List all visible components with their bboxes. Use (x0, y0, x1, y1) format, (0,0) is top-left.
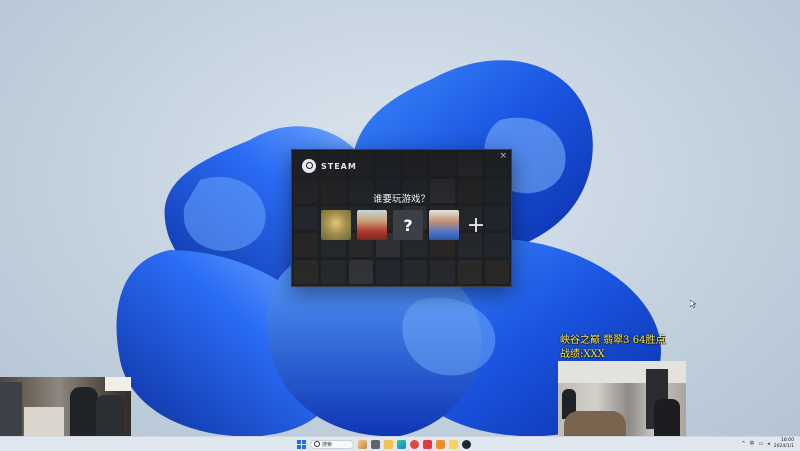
music-icon[interactable] (423, 439, 432, 449)
rank-info-line: 峡谷之巅 翡翠3 64胜点 (560, 335, 666, 346)
volume-icon[interactable]: ◂ (767, 441, 770, 447)
taskbar-apps: 搜索 (297, 438, 471, 450)
steam-logo-icon (302, 159, 316, 173)
mouse-cursor-icon (690, 300, 696, 308)
app-red-icon[interactable] (410, 439, 419, 449)
task-view-icon[interactable] (371, 439, 380, 449)
add-account-button[interactable]: + (465, 210, 487, 240)
start-button[interactable] (297, 439, 306, 449)
record-line: 战绩:XXX (560, 349, 605, 360)
edge-icon[interactable] (397, 439, 406, 449)
search-icon (314, 441, 320, 447)
account-avatar-4[interactable] (429, 210, 459, 240)
system-tray: ^ 中 ▭ ◂ 18:00 2024/1/1 (741, 438, 794, 449)
question-mark-icon: ? (403, 215, 413, 235)
webcam-feed-right (558, 361, 686, 437)
search-placeholder: 搜索 (322, 441, 333, 448)
account-avatar-1[interactable] (321, 210, 351, 240)
stream-overlay-text: 峡谷之巅 翡翠3 64胜点 战绩:XXX (560, 334, 665, 362)
steam-icon[interactable] (462, 439, 471, 449)
taskbar-search-input[interactable]: 搜索 (310, 439, 354, 449)
taskbar: 搜索 ^ 中 ▭ ◂ 18:00 2024/1/1 (0, 436, 800, 451)
account-avatar-2[interactable] (357, 210, 387, 240)
account-avatar-list: ? + (321, 210, 487, 240)
close-button[interactable]: × (499, 151, 507, 161)
steam-brand-label: STEAM (321, 161, 357, 171)
account-avatar-unknown[interactable]: ? (393, 210, 423, 240)
webcam-feed-left (0, 377, 131, 436)
network-icon[interactable]: ▭ (759, 441, 764, 447)
steam-header: STEAM (302, 159, 357, 173)
taskbar-clock[interactable]: 18:00 2024/1/1 (774, 438, 794, 449)
taskbar-app-avatar-icon[interactable] (358, 439, 367, 449)
app-orange-icon[interactable] (436, 439, 445, 449)
chevron-up-icon[interactable]: ^ (741, 441, 745, 447)
file-explorer-icon[interactable] (384, 439, 393, 449)
who-is-playing-title: 谁要玩游戏？ (372, 194, 430, 205)
language-indicator[interactable]: 中 (750, 440, 755, 447)
steam-account-picker: STEAM × 谁要玩游戏？ ? + (291, 149, 512, 287)
app-yellow-icon[interactable] (449, 439, 458, 449)
clock-date: 2024/1/1 (773, 443, 794, 449)
